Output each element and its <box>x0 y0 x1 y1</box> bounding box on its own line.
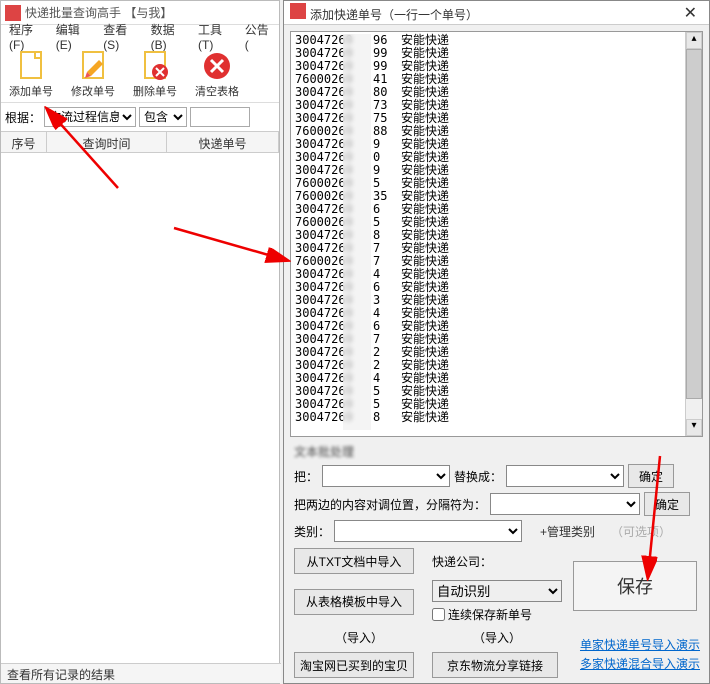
delete-icon <box>139 50 171 82</box>
menubar: 程序(F) 编辑(E) 查看(S) 数据(B) 工具(T) 公告( <box>1 25 279 47</box>
import-txt-button[interactable]: 从TXT文档中导入 <box>294 548 414 574</box>
filter-row: 根据： 物流过程信息 包含 <box>1 103 279 131</box>
clear-icon <box>201 50 233 82</box>
delete-label: 删除单号 <box>133 83 177 99</box>
main-window: 快递批量查询高手 【与我】 程序(F) 编辑(E) 查看(S) 数据(B) 工具… <box>0 0 280 684</box>
menu-data[interactable]: 数据(B) <box>147 19 192 54</box>
delete-button[interactable]: 删除单号 <box>129 50 181 99</box>
demo-single-link[interactable]: 单家快递单号导入演示 <box>580 636 700 653</box>
menu-edit[interactable]: 编辑(E) <box>52 19 97 54</box>
continuous-checkbox-label[interactable]: 连续保存新单号 <box>432 606 562 623</box>
save-button[interactable]: 保存 <box>573 561 697 611</box>
replace-to[interactable] <box>506 465 624 487</box>
close-icon[interactable]: ✕ <box>678 3 703 23</box>
dialog-titlebar: 添加快递单号（一行一个单号） ✕ <box>284 1 709 25</box>
category-row: 类别： +管理类别 （可选项） <box>294 520 699 542</box>
replace-confirm-button[interactable]: 确定 <box>628 464 674 488</box>
edit-label: 修改单号 <box>71 83 115 99</box>
replace-from-label: 把： <box>294 468 318 485</box>
bottom-grid: 从TXT文档中导入 快递公司： 保存 从表格模板中导入 自动识别 连续保存新单号… <box>294 548 699 678</box>
replace-to-label: 替换成： <box>454 468 502 485</box>
continuous-checkbox[interactable] <box>432 608 445 621</box>
swap-row: 把两边的内容对调位置，分隔符为： 确定 <box>294 492 699 516</box>
company-label: 快递公司： <box>432 555 492 569</box>
swap-sep[interactable] <box>490 493 640 515</box>
blurred-region <box>343 34 371 430</box>
col-no[interactable]: 序号 <box>1 132 47 152</box>
app-icon <box>290 3 306 19</box>
col-track[interactable]: 快递单号 <box>167 132 279 152</box>
clear-button[interactable]: 清空表格 <box>191 50 243 99</box>
filter-field[interactable]: 物流过程信息 <box>44 107 136 127</box>
import-hint-2: （导入） <box>432 629 562 646</box>
dialog-title: 添加快递单号（一行一个单号） <box>310 8 478 22</box>
swap-label: 把两边的内容对调位置，分隔符为： <box>294 496 486 513</box>
track-textarea[interactable]: 3004726996安能快递3004726999安能快递3004726999安能… <box>290 31 703 437</box>
statusbar: 查看所有记录的结果 <box>1 663 281 683</box>
document-icon <box>15 50 47 82</box>
replace-from[interactable] <box>322 465 450 487</box>
menu-view[interactable]: 查看(S) <box>99 19 144 54</box>
optional-hint: （可选项） <box>611 523 671 540</box>
menu-notice[interactable]: 公告( <box>241 19 275 54</box>
filter-value[interactable] <box>190 107 250 127</box>
clear-label: 清空表格 <box>195 83 239 99</box>
swap-confirm-button[interactable]: 确定 <box>644 492 690 516</box>
menu-program[interactable]: 程序(F) <box>5 19 50 54</box>
import-template-button[interactable]: 从表格模板中导入 <box>294 589 414 615</box>
list-body <box>1 153 279 643</box>
scroll-up-icon[interactable]: ▴ <box>686 32 702 49</box>
import-taobao-button[interactable]: 淘宝网已买到的宝贝 <box>294 652 414 678</box>
filter-label: 根据： <box>5 109 41 126</box>
import-hint-1: （导入） <box>294 629 424 646</box>
add-dialog: 添加快递单号（一行一个单号） ✕ 3004726996安能快递300472699… <box>283 0 710 684</box>
add-label: 添加单号 <box>9 83 53 99</box>
edit-button[interactable]: 修改单号 <box>67 50 119 99</box>
category-select[interactable] <box>334 520 522 542</box>
scroll-down-icon[interactable]: ▾ <box>686 419 702 436</box>
company-select[interactable]: 自动识别 <box>432 580 562 602</box>
add-button[interactable]: 添加单号 <box>5 50 57 99</box>
batch-section-label: 文本批处理 <box>294 443 699 460</box>
demo-multi-link[interactable]: 多家快递混合导入演示 <box>580 655 700 672</box>
toolbar: 添加单号 修改单号 删除单号 清空表格 <box>1 47 279 103</box>
category-label: 类别： <box>294 523 330 540</box>
col-time[interactable]: 查询时间 <box>47 132 167 152</box>
manage-category-link[interactable]: +管理类别 <box>540 523 595 540</box>
replace-row: 把： 替换成： 确定 <box>294 464 699 488</box>
menu-tools[interactable]: 工具(T) <box>194 19 239 54</box>
list-header: 序号 查询时间 快递单号 <box>1 131 279 153</box>
pencil-icon <box>77 50 109 82</box>
scroll-thumb[interactable] <box>686 49 702 399</box>
scrollbar[interactable]: ▴ ▾ <box>685 32 702 436</box>
filter-op[interactable]: 包含 <box>139 107 187 127</box>
import-jd-button[interactable]: 京东物流分享链接 <box>432 652 558 678</box>
